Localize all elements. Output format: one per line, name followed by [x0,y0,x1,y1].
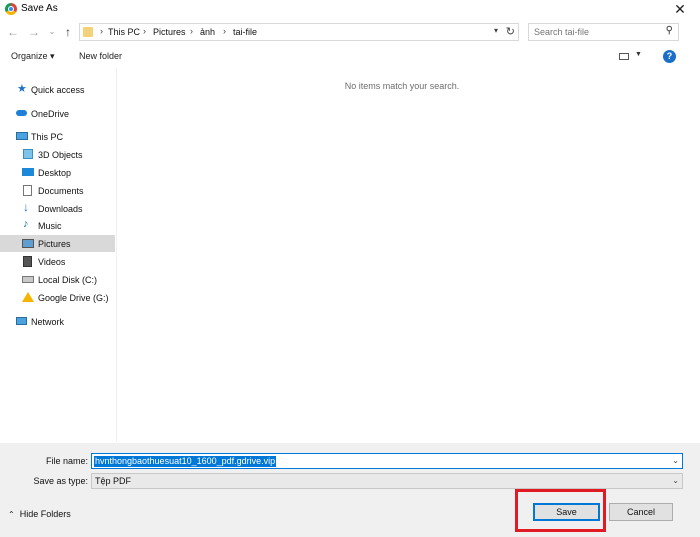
empty-message: No items match your search. [344,81,460,91]
up-icon[interactable]: ↑ [60,24,76,40]
chevron-down-icon[interactable]: ⌄ [672,476,679,485]
nav-item-pictures[interactable]: Pictures [0,235,115,252]
save-panel: File name: hvnthongbaothuesuat10_1600_pd… [0,443,700,537]
nav-item-onedrive[interactable]: OneDrive [0,105,115,122]
forward-icon[interactable]: → [26,24,42,40]
recent-locations-chevron-icon[interactable]: ⌄ [44,24,60,40]
view-options-icon[interactable] [619,53,629,60]
chevron-up-icon: ⌃ [8,510,15,519]
breadcrumb-separator: › [190,26,193,36]
nav-item-downloads[interactable]: ↓ Downloads [0,200,115,217]
nav-item-label: Downloads [38,204,83,214]
nav-item-network[interactable]: Network [0,313,115,330]
nav-item-label: Quick access [31,85,85,95]
save-as-type-value: Tệp PDF [95,476,132,486]
film-icon [23,256,32,267]
nav-item-label: Documents [38,186,84,196]
navigation-pane: ★ Quick access OneDrive This PC 3D Objec… [0,68,115,442]
nav-item-videos[interactable]: Videos [0,253,115,270]
nav-item-documents[interactable]: Documents [0,182,115,199]
nav-item-music[interactable]: ♪ Music [0,217,115,234]
back-icon[interactable]: ← [5,24,21,40]
folder-icon [83,27,93,37]
save-as-type-label: Save as type: [33,476,88,486]
nav-item-this-pc[interactable]: This PC [0,128,115,145]
nav-item-label: Google Drive (G:) [38,293,109,303]
network-icon [16,317,27,325]
title-bar: Save As ✕ [0,0,700,19]
file-list[interactable]: No items match your search. [116,68,700,442]
breadcrumb-separator: › [100,26,103,36]
nav-item-label: OneDrive [31,109,70,119]
pictures-icon [22,239,34,248]
nav-item-label: Music [38,221,62,231]
nav-item-3d-objects[interactable]: 3D Objects [0,146,115,163]
new-folder-button[interactable]: New folder [79,51,122,61]
chevron-down-icon[interactable]: ▼ [635,51,642,58]
nav-item-label: Desktop [38,168,72,178]
hide-folders-button[interactable]: ⌃ Hide Folders [8,509,71,519]
command-bar: Organize ▾ New folder ▼ ? [0,46,700,68]
close-icon[interactable]: ✕ [666,0,694,19]
document-icon [23,185,32,196]
desktop-icon [22,168,34,176]
nav-item-label: Network [31,317,65,327]
file-name-field[interactable]: hvnthongbaothuesuat10_1600_pdf.gdrive.vi… [91,453,683,469]
save-button[interactable]: Save [533,503,600,521]
nav-item-desktop[interactable]: Desktop [0,164,115,181]
google-drive-icon [22,292,34,302]
nav-item-local-disk[interactable]: Local Disk (C:) [0,271,115,288]
help-icon[interactable]: ? [663,50,676,63]
address-row: ← → ⌄ ↑ › This PC › Pictures › ảnh › tai… [0,21,700,45]
computer-icon [16,132,28,140]
search-input[interactable] [529,24,667,40]
chevron-down-icon[interactable]: ⌄ [672,456,679,465]
address-bar[interactable]: › This PC › Pictures › ảnh › tai-file ▾ … [79,23,519,41]
search-box[interactable]: ⚲ [528,23,679,41]
cloud-icon [16,110,27,116]
nav-item-label: Local Disk (C:) [38,275,98,285]
save-as-type-select[interactable]: Tệp PDF ⌄ [91,473,683,489]
music-note-icon: ♪ [23,218,29,230]
cube-icon [23,149,33,159]
download-arrow-icon: ↓ [23,200,29,214]
file-name-label: File name: [45,456,88,466]
window-title: Save As [21,3,58,14]
nav-item-label: Videos [38,257,66,267]
nav-item-label: This PC [31,132,64,142]
nav-item-label: Pictures [38,239,71,249]
breadcrumb-anh[interactable]: ảnh [200,27,215,37]
file-name-value[interactable]: hvnthongbaothuesuat10_1600_pdf.gdrive.vi… [94,456,277,467]
refresh-icon[interactable]: ↻ [506,25,515,38]
nav-item-google-drive[interactable]: Google Drive (G:) [0,289,115,306]
address-dropdown-icon[interactable]: ▾ [494,26,498,35]
cancel-button[interactable]: Cancel [609,503,673,521]
drive-icon [22,276,34,283]
chrome-icon [5,3,17,15]
search-icon[interactable]: ⚲ [666,25,673,36]
breadcrumb-separator: › [143,26,146,36]
star-icon: ★ [17,83,27,95]
organize-button[interactable]: Organize ▾ [11,51,55,62]
breadcrumb-pictures[interactable]: Pictures [153,27,186,37]
breadcrumb-separator: › [223,26,226,36]
nav-item-quick-access[interactable]: ★ Quick access [0,81,115,98]
breadcrumb-tai-file[interactable]: tai-file [233,27,257,37]
nav-item-label: 3D Objects [38,150,83,160]
hide-folders-label: Hide Folders [19,509,71,519]
breadcrumb-this-pc[interactable]: This PC [108,27,140,37]
